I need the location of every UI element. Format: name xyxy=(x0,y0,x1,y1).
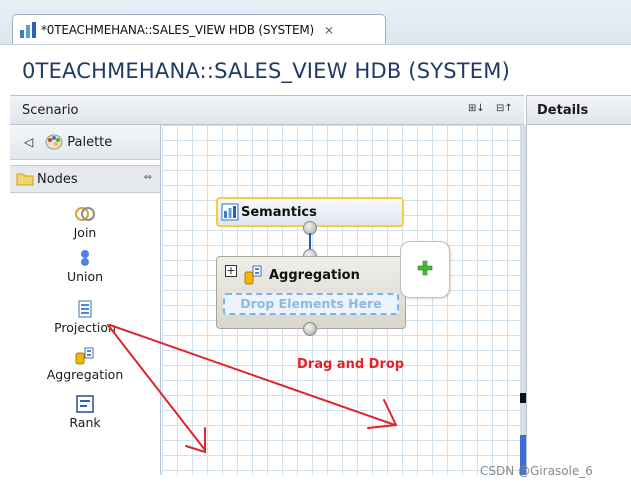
palette-label: Palette xyxy=(67,134,113,150)
editor-tab[interactable]: *0TEACHMEHANA::SALES_VIEW HDB (SYSTEM) ⨯ xyxy=(12,14,386,44)
semantics-label: Semantics xyxy=(241,204,317,220)
join-icon xyxy=(75,207,95,221)
editor-tab-label: *0TEACHMEHANA::SALES_VIEW HDB (SYSTEM) xyxy=(41,22,315,37)
details-panel xyxy=(526,125,631,475)
canvas-scrollbar[interactable] xyxy=(520,125,526,475)
tool-aggregation[interactable]: Aggregation xyxy=(10,347,160,382)
palette-panel: ◁ Palette Nodes ⇔ Join Union Projection … xyxy=(10,125,161,475)
folder-icon xyxy=(16,173,34,186)
add-node-button[interactable] xyxy=(400,241,450,298)
aggregation-icon xyxy=(244,265,262,285)
tool-rank[interactable]: Rank xyxy=(10,395,160,430)
aggregation-icon xyxy=(75,347,94,365)
tool-join[interactable]: Join xyxy=(10,205,160,240)
chevron-left-icon[interactable]: ◁ xyxy=(24,135,33,149)
tool-projection[interactable]: Projection xyxy=(10,300,160,335)
tool-projection-label: Projection xyxy=(54,320,116,335)
editor-tab-strip: *0TEACHMEHANA::SALES_VIEW HDB (SYSTEM) ⨯ xyxy=(0,0,631,45)
nodes-label: Nodes xyxy=(37,171,78,187)
nodes-drawer[interactable]: Nodes ⇔ xyxy=(10,165,160,193)
calculation-view-icon xyxy=(20,21,36,38)
rank-icon xyxy=(76,395,94,413)
projection-icon xyxy=(78,300,92,318)
tool-aggregation-label: Aggregation xyxy=(46,367,124,382)
aggregation-node[interactable]: + Aggregation Drop Elements Here xyxy=(216,256,406,329)
scenario-canvas[interactable]: Semantics + Aggregation Drop Elements He… xyxy=(162,125,520,475)
editor-header: 0TEACHMEHANA::SALES_VIEW HDB (SYSTEM) xyxy=(0,45,631,95)
aggregation-input-port[interactable] xyxy=(303,322,317,336)
aggregation-label: Aggregation xyxy=(269,268,360,283)
union-icon xyxy=(81,250,89,266)
watermark: CSDN @Girasole_6 xyxy=(480,464,593,478)
tool-union[interactable]: Union xyxy=(10,249,160,284)
expand-icon[interactable]: + xyxy=(225,265,237,277)
details-title: Details xyxy=(537,103,589,118)
page-title: 0TEACHMEHANA::SALES_VIEW HDB (SYSTEM) xyxy=(22,59,510,83)
close-icon[interactable]: ⨯ xyxy=(324,23,334,37)
tool-union-label: Union xyxy=(66,269,104,284)
scroll-arrow-icon[interactable] xyxy=(520,393,526,403)
semantics-icon xyxy=(221,203,239,221)
palette-icon xyxy=(45,134,63,150)
pin-icon[interactable]: ⇔ xyxy=(144,172,152,183)
scenario-title: Scenario xyxy=(22,103,79,118)
drag-drop-annotation: Drag and Drop xyxy=(297,357,405,372)
palette-header[interactable]: ◁ Palette xyxy=(10,125,160,160)
collapse-all-button[interactable]: ⊟↑ xyxy=(496,103,513,114)
drop-zone[interactable]: Drop Elements Here xyxy=(223,293,399,315)
expand-all-button[interactable]: ⊞↓ xyxy=(468,103,485,114)
plus-icon xyxy=(417,260,433,276)
details-bar: Details xyxy=(526,95,631,125)
tool-join-label: Join xyxy=(73,225,97,240)
scenario-bar: Scenario ⊞↓ ⊟↑ xyxy=(10,95,524,125)
tool-rank-label: Rank xyxy=(69,415,101,430)
